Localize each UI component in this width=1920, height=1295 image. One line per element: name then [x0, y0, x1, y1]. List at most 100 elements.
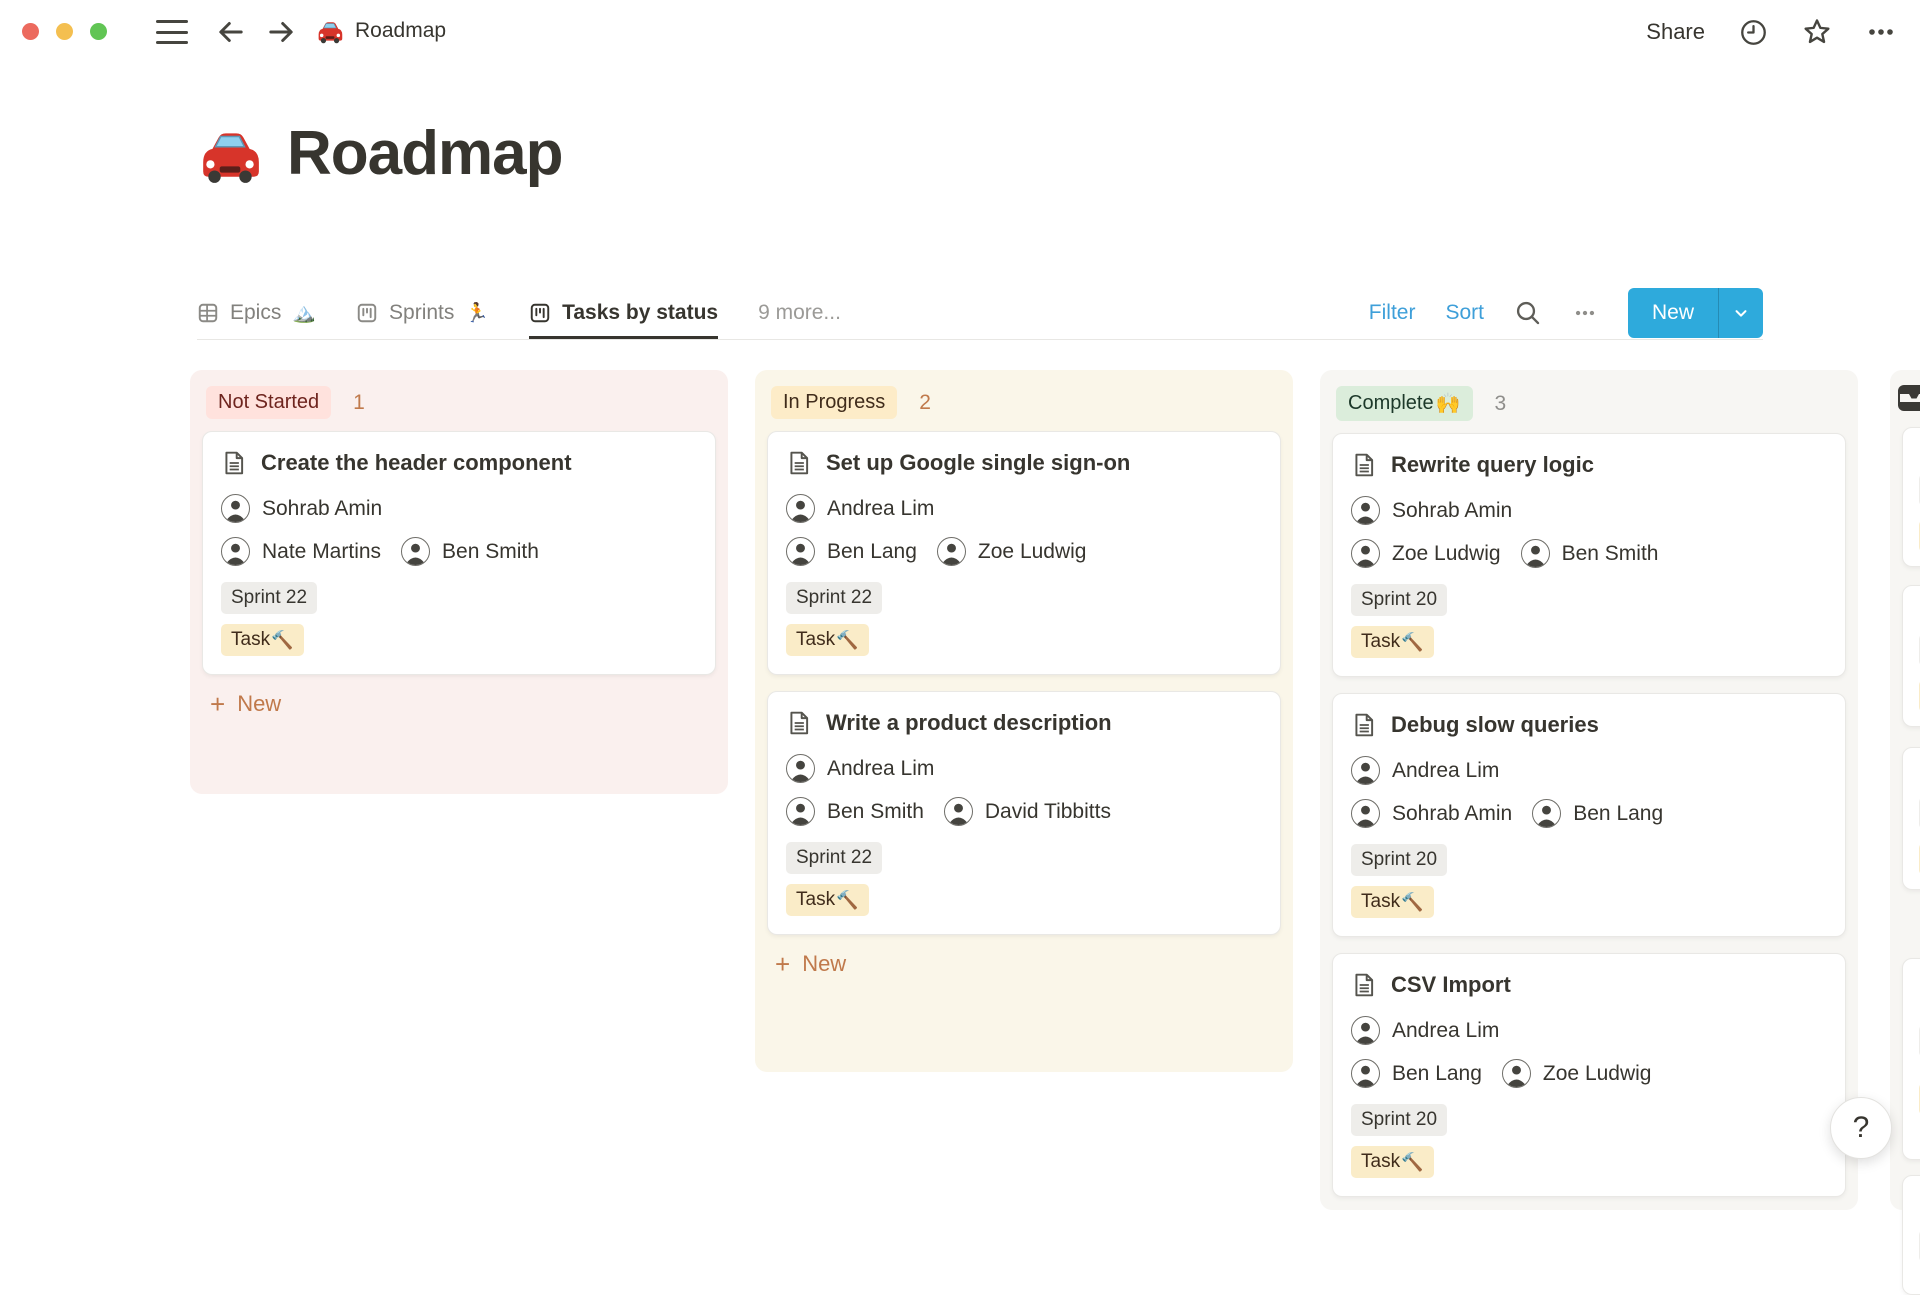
avatar [1351, 1016, 1380, 1045]
avatar [1351, 756, 1380, 785]
task-card[interactable]: Create the header component Sohrab Amin … [202, 431, 716, 675]
help-button[interactable]: ? [1830, 1097, 1892, 1159]
task-card[interactable]: CSV Import Andrea Lim Ben Lang Zoe Ludwi… [1332, 953, 1846, 1197]
page-icon [1351, 452, 1377, 478]
status-badge[interactable]: In Progress [771, 386, 897, 419]
person-name: Zoe Ludwig [978, 540, 1087, 564]
history-clock-icon[interactable] [1739, 18, 1768, 47]
card-title: Create the header component [261, 450, 572, 476]
tab-epics[interactable]: Epics 🏔️ [197, 287, 316, 339]
person-name: Andrea Lim [827, 497, 934, 521]
avatar [1532, 799, 1561, 828]
person-name: Ben Smith [827, 800, 924, 824]
view-options-icon[interactable] [1572, 300, 1598, 326]
plus-icon: + [775, 954, 790, 974]
task-tag: Task🔨 [1351, 1146, 1434, 1178]
tab-sprints-label: Sprints [389, 301, 454, 325]
tab-epics-label: Epics [230, 301, 281, 325]
hammer-emoji-icon: 🔨 [836, 630, 858, 651]
new-button[interactable]: New [1628, 288, 1763, 338]
tab-tasks-by-status[interactable]: Tasks by status [529, 287, 718, 339]
nav-back-button[interactable] [214, 15, 248, 49]
board-column-complete: Complete🙌 3 Rewrite query logic Sohrab A… [1320, 370, 1858, 1210]
new-button-label: New [1628, 288, 1718, 338]
status-badge[interactable]: Not Started [206, 386, 331, 419]
runner-emoji-icon: 🏃 [465, 301, 489, 325]
task-card[interactable]: Sprint Task🔨 [1902, 585, 1920, 727]
nav-forward-button[interactable] [264, 15, 298, 49]
avatar [401, 537, 430, 566]
page-icon [786, 710, 812, 736]
person-name: Andrea Lim [827, 757, 934, 781]
task-tag: Task🔨 [221, 624, 304, 656]
window-titlebar: Roadmap Share [0, 0, 1920, 64]
sprint-tag: Sprint 20 [1351, 844, 1447, 876]
hammer-emoji-icon: 🔨 [1401, 632, 1423, 653]
box-status-icon[interactable] [1898, 382, 1920, 414]
add-card-button[interactable]: + New [190, 675, 728, 733]
sidebar-menu-icon[interactable] [156, 20, 188, 44]
chevron-down-icon[interactable] [1719, 288, 1763, 338]
search-icon[interactable] [1514, 299, 1542, 327]
page-title[interactable]: Roadmap [287, 118, 562, 189]
sprint-tag: Sprint 20 [1351, 1104, 1447, 1136]
board-view-icon [356, 302, 378, 324]
breadcrumb[interactable]: Roadmap [316, 17, 446, 45]
favorite-star-icon[interactable] [1802, 17, 1832, 47]
card-title: CSV Import [1391, 972, 1511, 998]
task-card[interactable]: Sprint Task🔨 [1902, 427, 1920, 567]
more-views-button[interactable]: 9 more... [758, 301, 841, 325]
page-icon [786, 450, 812, 476]
card-title: Write a product description [826, 710, 1112, 736]
tab-sprints[interactable]: Sprints 🏃 [356, 287, 489, 339]
task-card[interactable]: Sprint Task🔨 [1902, 747, 1920, 890]
board-column-not-started: Not Started 1 Create the header componen… [190, 370, 728, 794]
page-car-emoji-icon[interactable] [197, 121, 263, 187]
person-name: Sohrab Amin [1392, 802, 1512, 826]
person-name: Andrea Lim [1392, 1019, 1499, 1043]
sprint-tag: Sprint 22 [786, 842, 882, 874]
sort-button[interactable]: Sort [1445, 301, 1484, 325]
avatar [221, 494, 250, 523]
breadcrumb-title: Roadmap [355, 19, 446, 43]
task-card[interactable]: Debug slow queries Andrea Lim Sohrab Ami… [1332, 693, 1846, 937]
traffic-lights [22, 23, 107, 40]
hammer-emoji-icon: 🔨 [1401, 1152, 1423, 1173]
avatar [1351, 496, 1380, 525]
close-window-button[interactable] [22, 23, 39, 40]
status-badge[interactable]: Complete🙌 [1336, 386, 1473, 421]
add-card-button[interactable]: + New [755, 935, 1293, 993]
task-card[interactable]: Rewrite query logic Sohrab Amin Zoe Ludw… [1332, 433, 1846, 677]
avatar [937, 537, 966, 566]
column-count: 3 [1495, 392, 1507, 416]
avatar [786, 537, 815, 566]
card-title: Debug slow queries [1391, 712, 1599, 738]
task-card[interactable]: Sprint [1902, 1175, 1920, 1295]
board-column-in-progress: In Progress 2 Set up Google single sign-… [755, 370, 1293, 1072]
person-name: Ben Lang [827, 540, 917, 564]
hammer-emoji-icon: 🔨 [1401, 892, 1423, 913]
minimize-window-button[interactable] [56, 23, 73, 40]
filter-button[interactable]: Filter [1369, 301, 1416, 325]
person-name: Ben Lang [1392, 1062, 1482, 1086]
task-tag: Task🔨 [786, 884, 869, 916]
task-card[interactable]: Write a product description Andrea Lim B… [767, 691, 1281, 935]
share-button[interactable]: Share [1646, 19, 1705, 45]
view-toolbar: Filter Sort New [1369, 287, 1763, 339]
avatar [1521, 539, 1550, 568]
board-view-icon [529, 302, 551, 324]
task-tag: Task🔨 [1351, 626, 1434, 658]
zoom-window-button[interactable] [90, 23, 107, 40]
column-count: 2 [919, 391, 931, 415]
column-count: 1 [353, 391, 365, 415]
table-view-icon [197, 302, 219, 324]
avatar [1351, 799, 1380, 828]
hammer-emoji-icon: 🔨 [271, 630, 293, 651]
task-card[interactable]: Set up Google single sign-on Andrea Lim … [767, 431, 1281, 675]
more-options-icon[interactable] [1866, 17, 1896, 47]
add-card-label: New [237, 691, 281, 717]
task-card[interactable]: Sprint Task🔨 [1902, 958, 1920, 1160]
person-name: Ben Smith [442, 540, 539, 564]
card-title: Rewrite query logic [1391, 452, 1594, 478]
raised-hands-emoji-icon: 🙌 [1436, 391, 1461, 416]
